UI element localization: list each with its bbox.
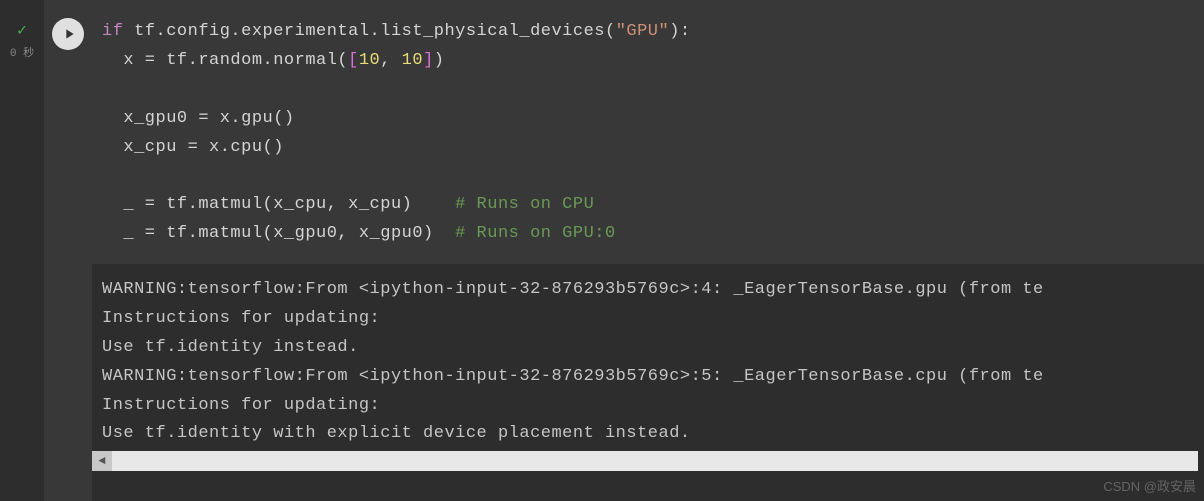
run-cell-button[interactable] — [52, 18, 84, 50]
output-line: WARNING:tensorflow:From <ipython-input-3… — [102, 276, 1194, 305]
watermark: CSDN @政安晨 — [1103, 476, 1196, 495]
code-line: x_gpu0 = x.gpu() — [102, 105, 1194, 134]
code-editor[interactable]: if tf.config.experimental.list_physical_… — [92, 0, 1204, 265]
code-line: _ = tf.matmul(x_gpu0, x_gpu0) # Runs on … — [102, 220, 1194, 249]
code-line — [102, 162, 1194, 191]
run-button-area — [44, 0, 92, 501]
code-line: x_cpu = x.cpu() — [102, 134, 1194, 163]
code-line: x = tf.random.normal([10, 10]) — [102, 47, 1194, 76]
execution-time: 0 秒 — [10, 44, 34, 60]
output-line: WARNING:tensorflow:From <ipython-input-3… — [102, 363, 1194, 392]
play-icon — [61, 26, 77, 42]
cell-gutter: ✓ 0 秒 — [0, 0, 44, 501]
code-line: if tf.config.experimental.list_physical_… — [102, 18, 1194, 47]
output-line: Instructions for updating: — [102, 305, 1194, 334]
scroll-track[interactable] — [112, 451, 1198, 471]
output-line: Use tf.identity instead. — [102, 334, 1194, 363]
output-line: Instructions for updating: — [102, 392, 1194, 421]
scroll-left-button[interactable]: ◄ — [92, 451, 112, 471]
check-icon: ✓ — [17, 20, 27, 40]
horizontal-scrollbar[interactable]: ◄ — [92, 451, 1198, 471]
code-line: _ = tf.matmul(x_cpu, x_cpu) # Runs on CP… — [102, 191, 1194, 220]
code-line — [102, 76, 1194, 105]
output-line: Use tf.identity with explicit device pla… — [102, 420, 1194, 449]
